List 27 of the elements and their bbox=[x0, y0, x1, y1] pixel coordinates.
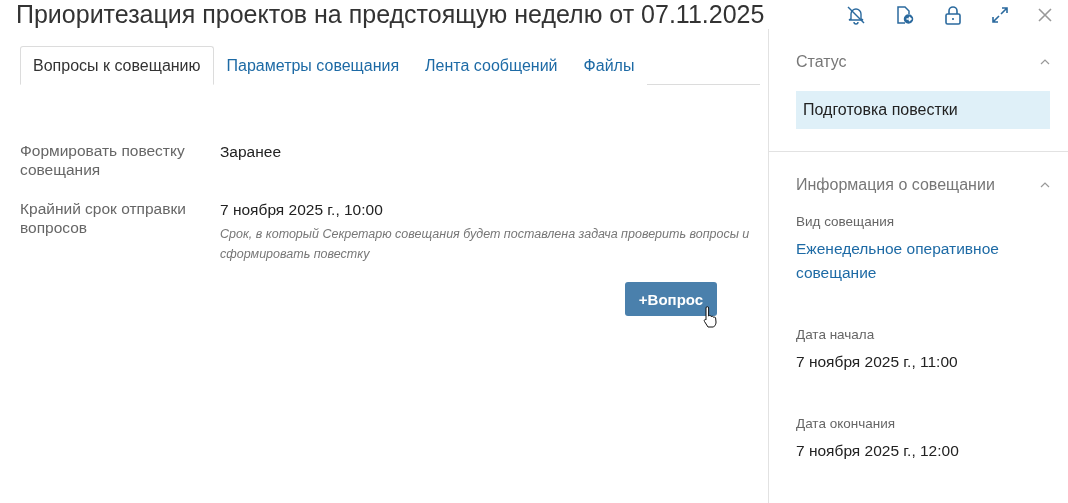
field-value: Заранее bbox=[220, 142, 283, 162]
expand-icon bbox=[992, 6, 1008, 23]
chevron-up-icon[interactable] bbox=[1040, 182, 1050, 188]
info-label: Дата начала bbox=[796, 327, 876, 342]
window-title: Приоритезация проектов на предстоящую неделю от 07.11.2025 bbox=[16, 0, 766, 29]
section-title: Информация о совещании bbox=[796, 176, 995, 194]
info-value: 7 ноября 2025 г., 12:00 bbox=[796, 441, 960, 461]
field-value: 7 ноября 2025 г., 10:00 bbox=[220, 200, 384, 220]
lock-icon bbox=[944, 4, 962, 25]
info-label: Дата окончания bbox=[796, 416, 897, 431]
document-export-icon bbox=[896, 4, 914, 25]
close-icon bbox=[1038, 7, 1052, 22]
chevron-up-icon[interactable] bbox=[1040, 59, 1050, 65]
info-label: Вид совещания bbox=[796, 214, 896, 229]
bell-off-icon bbox=[846, 4, 866, 25]
pointer-hand-icon bbox=[702, 306, 718, 328]
field-label: Формировать повестку совещания bbox=[20, 141, 186, 179]
close-button[interactable] bbox=[1036, 5, 1054, 24]
field-hint: Срок, в который Секретарю совещания будет поставлена задача проверить вопросы и сформировать повестку bbox=[220, 226, 751, 263]
field-label: Крайний срок отправки вопросов bbox=[20, 199, 187, 238]
info-value: 7 ноября 2025 г., 11:00 bbox=[796, 352, 959, 372]
add-question-button[interactable]: +Вопрос bbox=[625, 282, 717, 316]
section-title: Статус bbox=[796, 53, 847, 71]
status-badge: Подготовка повестки bbox=[796, 91, 1050, 129]
tab[interactable]: Вопросы к совещанию bbox=[20, 46, 214, 85]
expand-button[interactable] bbox=[990, 4, 1010, 25]
meeting-type-link[interactable]: Еженедельное оперативное совещание bbox=[796, 237, 1050, 285]
